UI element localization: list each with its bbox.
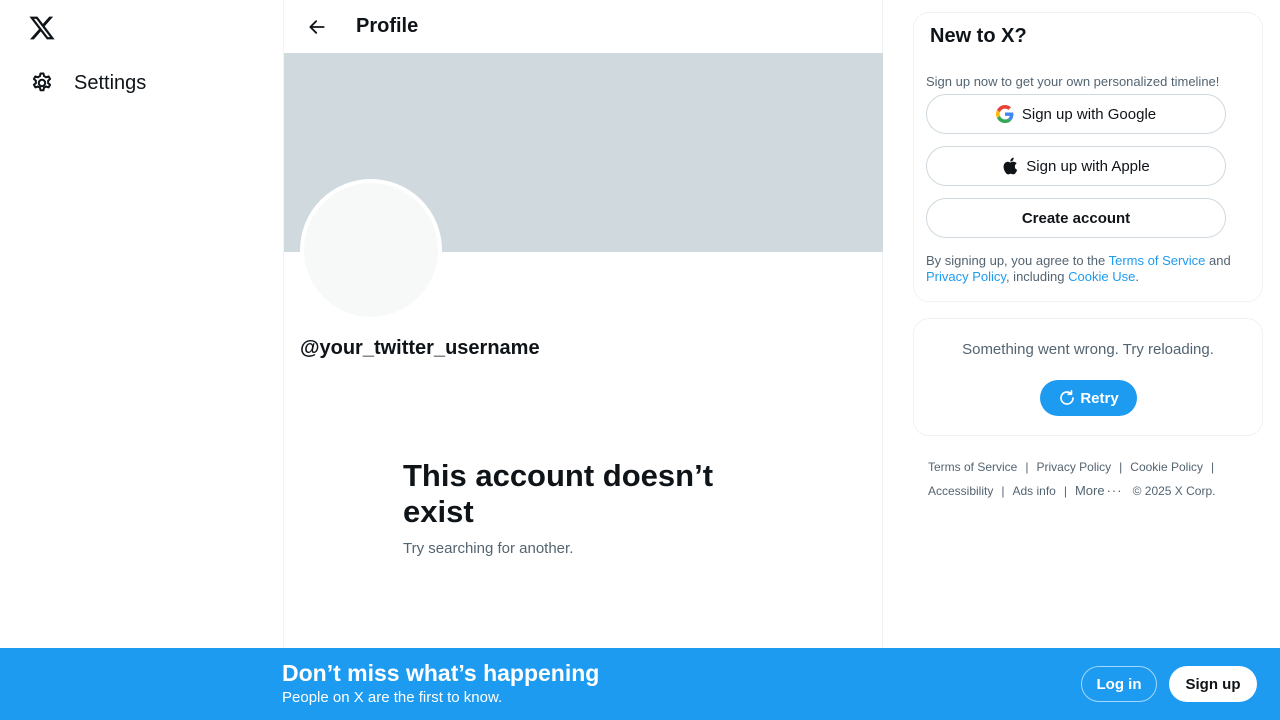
footer-more-label: More <box>1074 483 1105 498</box>
google-icon <box>995 105 1014 123</box>
back-button[interactable] <box>300 10 334 44</box>
more-dots-icon: ··· <box>1106 483 1123 498</box>
footer-cookie-link[interactable]: Cookie Policy <box>1130 460 1203 474</box>
signup-button[interactable]: Sign up <box>1169 666 1257 702</box>
sidebar-item-settings[interactable]: Settings <box>20 62 156 104</box>
refresh-icon <box>1060 390 1075 405</box>
signup-card-description: Sign up now to get your own personalized… <box>926 74 1220 89</box>
footer-accessibility-link[interactable]: Accessibility <box>928 484 993 498</box>
profile-header: Profile <box>284 0 882 53</box>
retry-label: Retry <box>1080 389 1119 407</box>
empty-state: This account doesn’t exist Try searching… <box>403 458 763 557</box>
retry-button[interactable]: Retry <box>1040 380 1137 416</box>
create-account-button[interactable]: Create account <box>926 198 1226 238</box>
footer-separator: | <box>1063 484 1067 498</box>
footer-copyright: © 2025 X Corp. <box>1132 484 1216 498</box>
signup-apple-label: Sign up with Apple <box>1026 157 1150 175</box>
error-message: Something went wrong. Try reloading. <box>962 341 1214 358</box>
empty-state-subtext: Try searching for another. <box>403 540 574 557</box>
footer-separator: | <box>1119 460 1123 474</box>
privacy-link[interactable]: Privacy Policy <box>926 269 1006 284</box>
legal-prefix: By signing up, you agree to the <box>926 253 1109 268</box>
profile-handle: @your_twitter_username <box>300 337 540 359</box>
login-button[interactable]: Log in <box>1081 666 1157 702</box>
avatar <box>300 179 442 321</box>
signup-legal-text: By signing up, you agree to the Terms of… <box>926 253 1246 285</box>
main-column: Profile @your_twitter_username This acco… <box>283 0 883 720</box>
footer-ads-link[interactable]: Ads info <box>1012 484 1055 498</box>
footer-terms-link[interactable]: Terms of Service <box>928 460 1017 474</box>
x-logo-icon[interactable] <box>27 14 57 42</box>
footer-privacy-link[interactable]: Privacy Policy <box>1036 460 1111 474</box>
footer-links: Terms of Service | Privacy Policy | Cookie P… <box>928 455 1258 503</box>
terms-link[interactable]: Terms of Service <box>1109 253 1206 268</box>
apple-icon <box>1003 157 1018 175</box>
create-account-label: Create account <box>1021 209 1131 227</box>
gear-icon <box>32 72 52 92</box>
footer-separator: | <box>1025 460 1029 474</box>
signup-card: New to X? Sign up now to get your own pe… <box>913 12 1263 302</box>
bottom-bar-title: Don’t miss what’s happening <box>282 660 600 686</box>
signup-google-label: Sign up with Google <box>1021 105 1157 123</box>
bottom-signup-bar: Don’t miss what’s happening People on X … <box>0 648 1280 720</box>
signup-apple-button[interactable]: Sign up with Apple <box>926 146 1226 186</box>
sidebar-item-label: Settings <box>74 71 147 94</box>
legal-including: , including <box>1005 269 1069 284</box>
footer-separator: | <box>1211 460 1215 474</box>
left-sidebar: Settings <box>0 0 284 720</box>
signup-google-button[interactable]: Sign up with Google <box>926 94 1226 134</box>
legal-suffix: . <box>1135 269 1139 284</box>
bottom-bar-subtitle: People on X are the first to know. <box>282 689 503 706</box>
empty-state-heading: This account doesn’t exist <box>403 458 714 529</box>
arrow-left-icon <box>309 19 325 34</box>
legal-and: and <box>1205 253 1231 268</box>
footer-separator: | <box>1001 484 1005 498</box>
cookie-use-link[interactable]: Cookie Use <box>1068 269 1135 284</box>
signup-card-title: New to X? <box>930 25 1027 47</box>
page-title: Profile <box>356 15 419 37</box>
error-card: Something went wrong. Try reloading. Ret… <box>913 318 1263 436</box>
footer-more-button[interactable]: More ··· <box>1075 483 1123 498</box>
